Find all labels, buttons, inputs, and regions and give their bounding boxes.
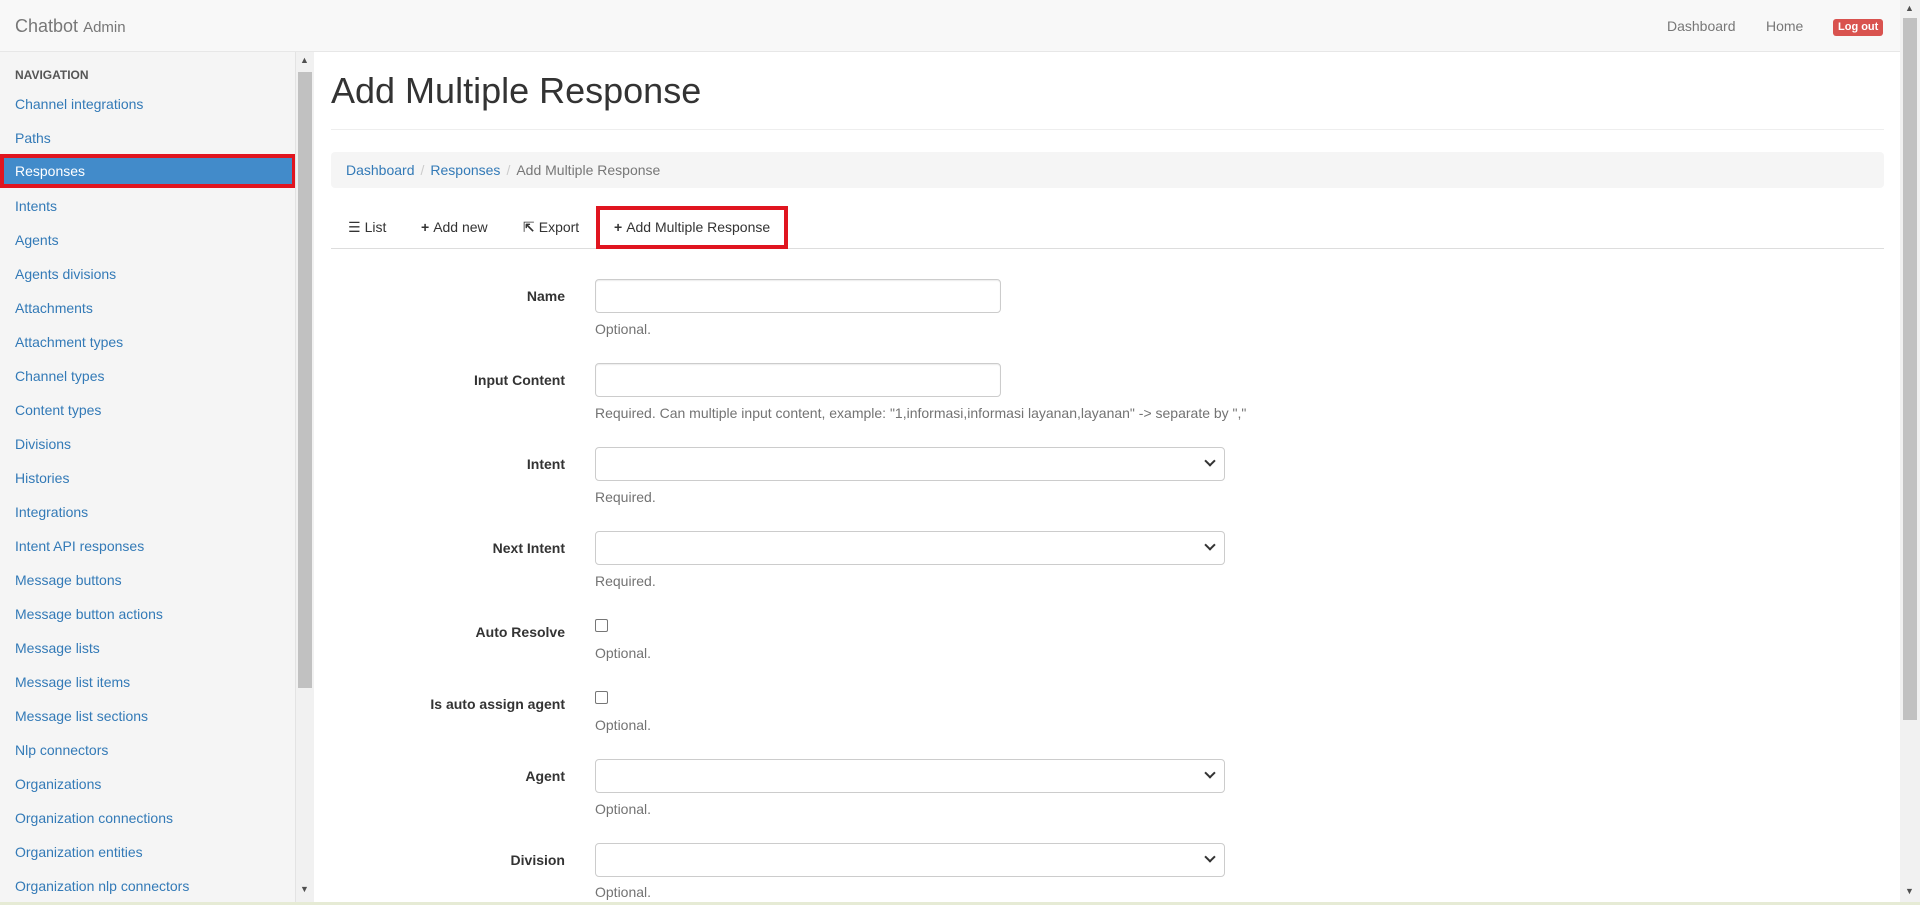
sidebar-item-agents-divisions[interactable]: Agents divisions [0, 257, 295, 291]
breadcrumb: Dashboard / Responses / Add Multiple Respons… [331, 152, 1884, 188]
brand-subtitle: Admin [83, 19, 126, 36]
intent-select[interactable] [595, 447, 1225, 481]
title-divider [331, 129, 1884, 130]
input-content-input[interactable] [595, 363, 1001, 397]
page-scrollbar[interactable]: ▲ ▼ [1900, 0, 1920, 902]
sidebar-item-message-lists[interactable]: Message lists [0, 631, 295, 665]
page-scroll-down-arrow-icon[interactable]: ▼ [1901, 883, 1918, 900]
chevron-down-icon [1204, 767, 1216, 779]
export-icon: ⇱ [523, 219, 535, 235]
sidebar-item-intents[interactable]: Intents [0, 189, 295, 223]
input-content-label: Input Content [474, 372, 565, 388]
next-intent-select[interactable] [595, 531, 1225, 565]
chevron-down-icon [1204, 851, 1216, 863]
logout-button[interactable]: Log out [1833, 19, 1884, 36]
sidebar-item-histories[interactable]: Histories [0, 461, 295, 495]
breadcrumb-responses[interactable]: Responses [430, 162, 500, 178]
sidebar-item-organization-nlp-connectors[interactable]: Organization nlp connectors [0, 869, 295, 903]
tab-add-new[interactable]: + Add new [421, 206, 488, 249]
division-label: Division [510, 852, 565, 868]
sidebar-item-organizations[interactable]: Organizations [0, 767, 295, 801]
division-help: Optional. [595, 884, 652, 900]
sidebar-header: NAVIGATION [15, 68, 89, 82]
auto-assign-agent-label: Is auto assign agent [430, 696, 565, 712]
breadcrumb-dashboard[interactable]: Dashboard [346, 162, 415, 178]
tab-list[interactable]: ☰ List [348, 206, 386, 249]
auto-resolve-label: Auto Resolve [475, 624, 565, 640]
sidebar-item-paths[interactable]: Paths [0, 121, 295, 155]
list-icon: ☰ [348, 219, 361, 235]
next-intent-label: Next Intent [492, 540, 565, 556]
chevron-down-icon [1204, 455, 1216, 467]
plus-icon: + [614, 219, 623, 235]
sidebar-item-message-buttons[interactable]: Message buttons [0, 563, 295, 597]
sidebar: NAVIGATION Channel integrations Paths Re… [0, 52, 296, 905]
input-content-help: Required. Can multiple input content, ex… [595, 405, 1247, 421]
intent-help: Required. [595, 489, 656, 505]
action-tabs: ☰ List + Add new ⇱ Export + Add Multiple Res… [331, 206, 1884, 249]
sidebar-item-organization-entities[interactable]: Organization entities [0, 835, 295, 869]
brand-logo[interactable]: Chatbot Admin [15, 16, 126, 37]
sidebar-item-divisions[interactable]: Divisions [0, 427, 295, 461]
sidebar-scrollbar-thumb[interactable] [298, 72, 312, 688]
sidebar-item-organization-connections[interactable]: Organization connections [0, 801, 295, 835]
tab-list-label: List [364, 219, 387, 235]
auto-resolve-help: Optional. [595, 645, 652, 661]
sidebar-item-channel-integrations[interactable]: Channel integrations [0, 87, 295, 121]
sidebar-item-content-types[interactable]: Content types [0, 393, 295, 427]
intent-label: Intent [526, 456, 565, 472]
breadcrumb-current: Add Multiple Response [516, 162, 661, 178]
brand-title: Chatbot [15, 16, 79, 36]
nav-link-dashboard[interactable]: Dashboard [1667, 18, 1736, 34]
name-input[interactable] [595, 279, 1001, 313]
sidebar-item-message-list-items[interactable]: Message list items [0, 665, 295, 699]
scroll-up-arrow-icon[interactable]: ▲ [296, 52, 313, 69]
agent-help: Optional. [595, 801, 652, 817]
agent-label: Agent [525, 768, 565, 784]
sidebar-item-responses[interactable]: Responses [0, 154, 295, 188]
auto-assign-agent-checkbox[interactable] [595, 691, 608, 704]
sidebar-item-attachments[interactable]: Attachments [0, 291, 295, 325]
chevron-down-icon [1204, 539, 1216, 551]
sidebar-item-intent-api-responses[interactable]: Intent API responses [0, 529, 295, 563]
sidebar-item-integrations[interactable]: Integrations [0, 495, 295, 529]
sidebar-item-message-button-actions[interactable]: Message button actions [0, 597, 295, 631]
plus-icon: + [421, 219, 430, 235]
tab-add-multiple-response-label: Add Multiple Response [626, 219, 771, 235]
sidebar-item-message-list-sections[interactable]: Message list sections [0, 699, 295, 733]
sidebar-item-channel-types[interactable]: Channel types [0, 359, 295, 393]
page-scrollbar-thumb[interactable] [1903, 18, 1917, 720]
auto-assign-agent-help: Optional. [595, 717, 652, 733]
page-title: Add Multiple Response [331, 70, 702, 111]
page-scroll-up-arrow-icon[interactable]: ▲ [1901, 0, 1918, 17]
top-navbar: Chatbot Admin Dashboard Home Log out [0, 0, 1920, 52]
nav-link-home[interactable]: Home [1766, 18, 1803, 34]
sidebar-item-attachment-types[interactable]: Attachment types [0, 325, 295, 359]
sidebar-scrollbar[interactable]: ▲ ▼ [296, 52, 314, 902]
next-intent-help: Required. [595, 573, 656, 589]
tab-add-new-label: Add new [433, 219, 488, 235]
name-help: Optional. [595, 321, 652, 337]
division-select[interactable] [595, 843, 1225, 877]
agent-select[interactable] [595, 759, 1225, 793]
sidebar-item-nlp-connectors[interactable]: Nlp connectors [0, 733, 295, 767]
tab-add-multiple-response[interactable]: + Add Multiple Response [596, 206, 789, 249]
name-label: Name [526, 288, 565, 304]
tab-export[interactable]: ⇱ Export [523, 206, 579, 249]
auto-resolve-checkbox[interactable] [595, 619, 608, 632]
sidebar-item-agents[interactable]: Agents [0, 223, 295, 257]
scroll-down-arrow-icon[interactable]: ▼ [296, 881, 313, 898]
tab-export-label: Export [538, 219, 580, 235]
